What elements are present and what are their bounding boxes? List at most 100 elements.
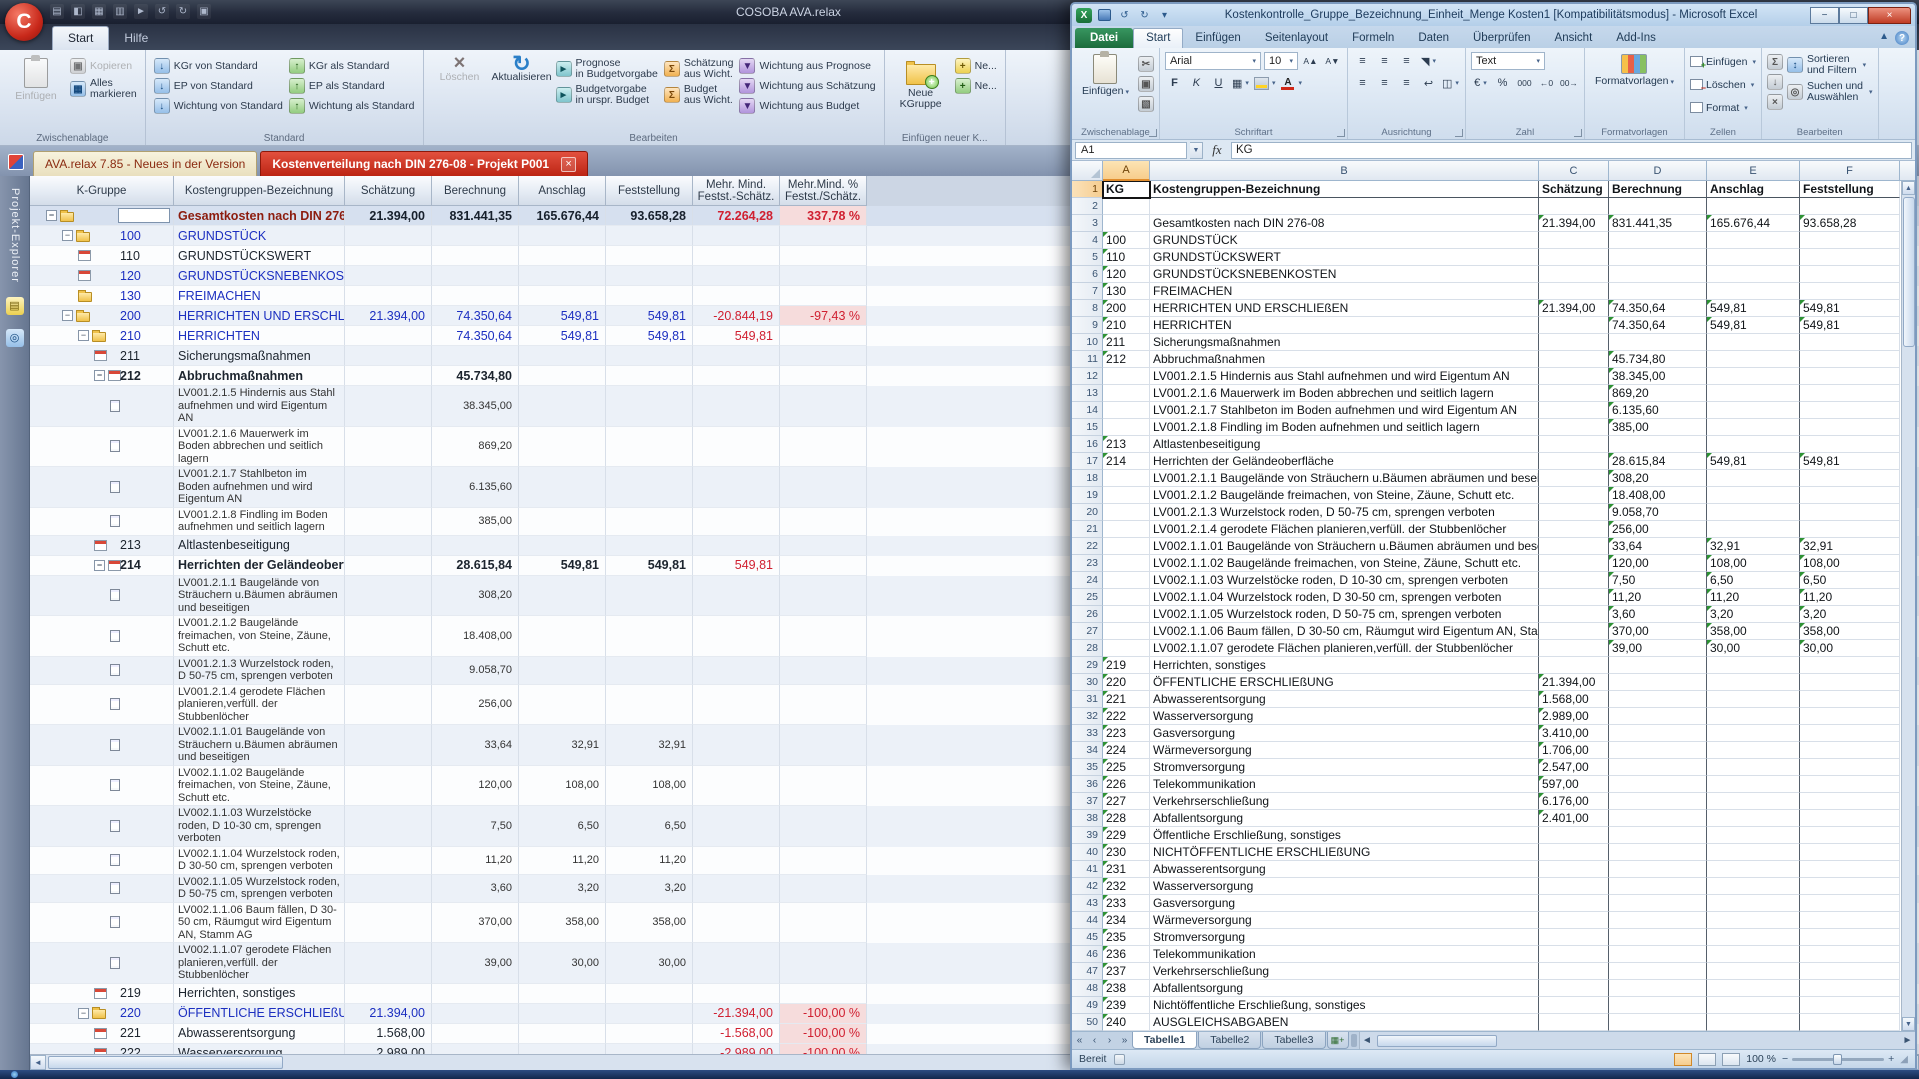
font-family-select[interactable]: Arial▾ [1165,52,1261,70]
excel-cell[interactable]: 6,50 [1707,572,1800,589]
excel-cell[interactable]: 869,20 [1609,385,1707,402]
excel-row-number[interactable]: 39 [1072,827,1103,844]
excel-cell[interactable] [1707,725,1800,742]
excel-cell[interactable]: LV001.2.1.6 Mauerwerk im Boden abbrechen… [1150,385,1539,402]
excel-row-number[interactable]: 8 [1072,300,1103,317]
ava-value-cell[interactable] [693,847,780,875]
ava-value-cell[interactable] [432,1004,519,1024]
excel-cell[interactable] [1707,708,1800,725]
catalog-panel-icon[interactable]: ◎ [6,329,24,347]
last-sheet-icon[interactable]: » [1117,1032,1132,1049]
ava-value-cell[interactable] [780,226,867,246]
excel-row-number[interactable]: 13 [1072,385,1103,402]
tree-collapse-icon[interactable]: − [62,310,73,321]
excel-row-number[interactable]: 26 [1072,606,1103,623]
excel-cell[interactable]: 11,20 [1609,589,1707,606]
ava-value-cell[interactable]: 549,81 [693,326,780,346]
excel-row-number[interactable]: 30 [1072,674,1103,691]
excel-cell[interactable] [1707,929,1800,946]
ava-value-cell[interactable] [519,467,606,508]
resize-grip-icon[interactable]: ◢ [1900,1054,1908,1065]
ava-value-cell[interactable] [432,346,519,366]
excel-cell[interactable] [1800,691,1900,708]
ava-bezeichnung-cell[interactable]: LV001.2.1.6 Mauerwerk im Boden abbrechen… [174,427,345,468]
excel-cell[interactable] [1539,912,1609,929]
excel-row-number[interactable]: 20 [1072,504,1103,521]
ava-bezeichnung-cell[interactable]: LV001.2.1.1 Baugelände von Sträuchern u.… [174,576,345,617]
ava-value-cell[interactable] [606,576,693,617]
excel-cell[interactable]: LV001.2.1.5 Hindernis aus Stahl aufnehme… [1150,368,1539,385]
excel-cell[interactable] [1609,1014,1707,1031]
excel-row-number[interactable]: 19 [1072,487,1103,504]
ava-value-cell[interactable] [606,1004,693,1024]
ava-value-cell[interactable] [780,508,867,536]
ava-value-cell[interactable]: 1.568,00 [345,1024,432,1044]
column-header-bezeichnung[interactable]: Kostengruppen-Bezeichnung [174,176,345,206]
ava-value-cell[interactable] [432,984,519,1004]
excel-cell[interactable]: 7,50 [1609,572,1707,589]
ava-value-cell[interactable] [432,246,519,266]
ava-value-cell[interactable] [693,657,780,685]
excel-cell[interactable]: 9.058,70 [1609,504,1707,521]
excel-cell[interactable]: 358,00 [1800,623,1900,640]
excel-cell[interactable]: 230 [1103,844,1150,861]
scroll-up-icon[interactable]: ▲ [1902,181,1915,195]
excel-cell[interactable]: Gasversorgung [1150,725,1539,742]
ava-value-cell[interactable] [693,806,780,847]
clear-icon[interactable]: × [1767,94,1783,110]
ava-bezeichnung-cell[interactable]: Herrichten, sonstiges [174,984,345,1004]
align-right-icon[interactable]: ≡ [1397,74,1416,92]
ava-kgruppe-cell[interactable] [30,903,174,944]
excel-cell[interactable] [1103,623,1150,640]
ava-value-cell[interactable]: 28.615,84 [432,556,519,576]
next-sheet-icon[interactable]: › [1102,1032,1117,1049]
excel-cell[interactable] [1800,368,1900,385]
excel-row-number[interactable]: 9 [1072,317,1103,334]
excel-cell[interactable] [1800,419,1900,436]
ava-value-cell[interactable] [693,875,780,903]
excel-cell[interactable]: LV002.1.1.03 Wurzelstöcke roden, D 10-30… [1150,572,1539,589]
ava-value-cell[interactable] [606,984,693,1004]
ava-value-cell[interactable] [519,657,606,685]
excel-cell[interactable]: Kostengruppen-Bezeichnung [1150,181,1539,198]
ava-bezeichnung-cell[interactable]: LV002.1.1.04 Wurzelstock roden, D 30-50 … [174,847,345,875]
excel-cell[interactable] [1800,198,1900,215]
excel-cell[interactable]: Verkehrserschließung [1150,963,1539,980]
dialog-launcher-icon[interactable] [1337,129,1345,137]
tab-addins[interactable]: Add-Ins [1604,29,1668,48]
excel-cell[interactable] [1609,827,1707,844]
excel-cell[interactable] [1103,419,1150,436]
ava-kgruppe-cell[interactable] [30,386,174,427]
ava-value-cell[interactable]: 39,00 [432,943,519,984]
ava-kgruppe-cell[interactable]: −214 [30,556,174,576]
scrollbar-thumb[interactable] [1377,1035,1497,1047]
ava-value-cell[interactable] [345,536,432,556]
ava-kgruppe-cell[interactable]: −220 [30,1004,174,1024]
excel-row-number[interactable]: 22 [1072,538,1103,555]
excel-row-number[interactable]: 6 [1072,266,1103,283]
ava-bezeichnung-cell[interactable]: LV002.1.1.06 Baum fällen, D 30-50 cm, Rä… [174,903,345,944]
excel-cell[interactable]: 549,81 [1800,317,1900,334]
ava-value-cell[interactable] [693,286,780,306]
ava-value-cell[interactable] [693,226,780,246]
page-layout-view-icon[interactable] [1698,1053,1716,1066]
excel-cell[interactable] [1539,402,1609,419]
tab-splitter-handle[interactable] [1351,1034,1357,1047]
excel-cell[interactable] [1800,827,1900,844]
excel-cell[interactable] [1800,657,1900,674]
excel-cell[interactable] [1609,708,1707,725]
ava-value-cell[interactable]: 3,60 [432,875,519,903]
excel-cell[interactable] [1539,640,1609,657]
excel-cell[interactable]: 222 [1103,708,1150,725]
excel-cell[interactable] [1609,929,1707,946]
excel-cell[interactable]: 549,81 [1707,317,1800,334]
ava-value-cell[interactable]: 21.394,00 [345,206,432,226]
excel-cell[interactable] [1539,589,1609,606]
ava-value-cell[interactable]: -21.394,00 [693,1004,780,1024]
excel-cell[interactable] [1539,385,1609,402]
ava-value-cell[interactable] [693,576,780,617]
excel-row-number[interactable]: 29 [1072,657,1103,674]
excel-cell[interactable] [1539,1014,1609,1031]
tab-datei[interactable]: Datei [1075,28,1133,48]
ava-bezeichnung-cell[interactable]: LV001.2.1.3 Wurzelstock roden, D 50-75 c… [174,657,345,685]
